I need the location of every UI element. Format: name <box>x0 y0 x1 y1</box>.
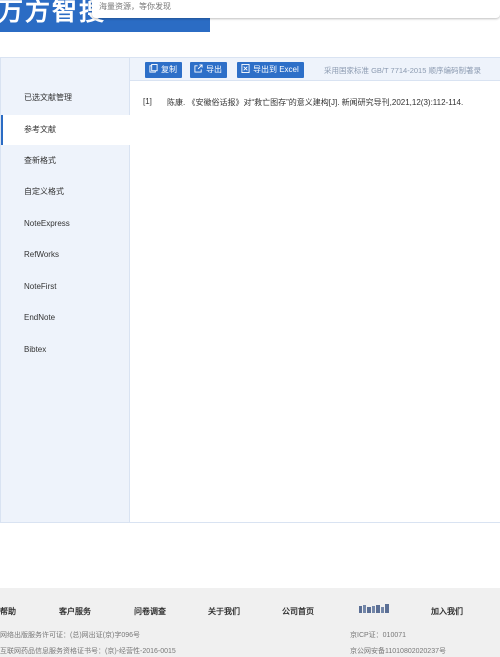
export-excel-label: 导出到 Excel <box>253 65 299 74</box>
footer-link-customer-service[interactable]: 客户服务 <box>59 606 91 617</box>
sidebar-item-novelty-format[interactable]: 查新格式 <box>1 146 130 176</box>
citation-standard-note: 采用国家标准 GB/T 7714-2015 顺序编码制著录 <box>324 66 481 75</box>
search-box[interactable] <box>92 0 500 18</box>
excel-icon <box>241 64 250 73</box>
reference-list: [1] 陈康. 《安徽俗话报》对“救亡图存”的意义建构[J]. 新闻研究导刊,2… <box>130 81 500 523</box>
search-input[interactable] <box>99 0 489 13</box>
sidebar-item-selected-docs[interactable]: 已选文献管理 <box>1 83 130 113</box>
drug-info-license: 互联网药品信息服务资格证书号：(京)-经营性-2016-0015 <box>0 648 176 655</box>
footer-link-survey[interactable]: 问卷调查 <box>134 606 166 617</box>
format-sidebar: 已选文献管理 参考文献 查新格式 自定义格式 NoteExpress RefWo… <box>0 57 130 523</box>
sidebar-item-custom-format[interactable]: 自定义格式 <box>1 177 130 207</box>
sidebar-item-references[interactable]: 参考文献 <box>1 115 130 145</box>
wanfang-logo[interactable]: 万方智搜 <box>0 0 106 28</box>
copy-icon <box>149 63 158 73</box>
sidebar-item-notefirst[interactable]: NoteFirst <box>1 272 130 302</box>
footer-link-about[interactable]: 关于我们 <box>208 606 240 617</box>
sidebar-item-noteexpress[interactable]: NoteExpress <box>1 209 130 239</box>
toolbar: 复制 导出 导出到 Excel 采用国家标准 GB/T 7714-2015 顺序… <box>130 57 500 81</box>
copy-button[interactable]: 复制 <box>145 62 182 78</box>
public-security-record: 京公网安备11010802020237号 <box>350 648 446 655</box>
export-excel-button[interactable]: 导出到 Excel <box>237 62 304 78</box>
footer-link-company-home[interactable]: 公司首页 <box>282 606 314 617</box>
icp-license: 京ICP证：010071 <box>350 632 407 639</box>
sidebar-item-bibtex[interactable]: Bibtex <box>1 335 130 365</box>
reference-text[interactable]: 陈康. 《安徽俗话报》对“救亡图存”的意义建构[J]. 新闻研究导刊,2021,… <box>167 97 500 108</box>
sidebar-item-refworks[interactable]: RefWorks <box>1 240 130 270</box>
reference-index: [1] <box>143 97 152 106</box>
brand-wordmark-icon[interactable] <box>359 604 391 614</box>
footer-link-help[interactable]: 帮助 <box>0 606 16 617</box>
export-button[interactable]: 导出 <box>190 62 227 78</box>
footer: 帮助 客户服务 问卷调查 关于我们 公司首页 加入我们 网络出版服务许可证：(总… <box>0 588 500 657</box>
sidebar-item-endnote[interactable]: EndNote <box>1 303 130 333</box>
footer-link-join-us[interactable]: 加入我们 <box>431 606 463 617</box>
header: 万方智搜 <box>0 0 500 32</box>
publishing-license: 网络出版服务许可证：(总)网出证(京)字096号 <box>0 632 141 639</box>
export-label: 导出 <box>206 65 222 74</box>
copy-label: 复制 <box>161 65 177 74</box>
export-icon <box>194 64 203 73</box>
